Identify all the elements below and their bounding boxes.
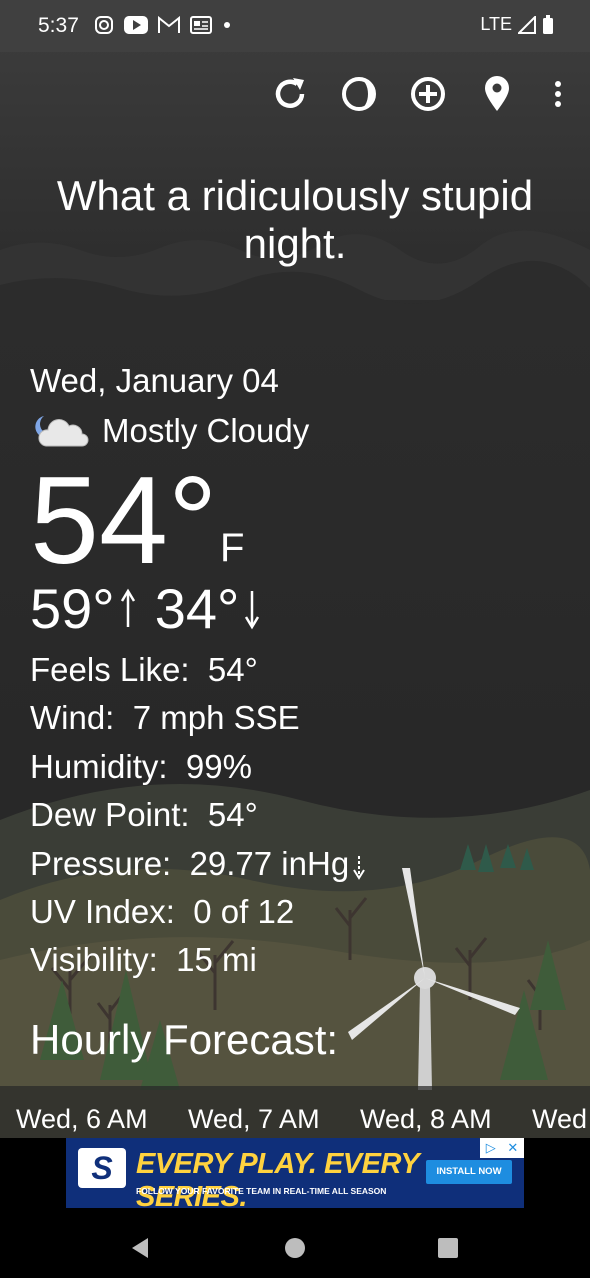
network-label: LTE — [480, 14, 512, 34]
ad-subtext: FOLLOW YOUR FAVORITE TEAM IN REAL-TIME A… — [136, 1186, 387, 1196]
partly-cloudy-night-icon — [35, 416, 89, 447]
ad-close-button[interactable]: ✕ — [507, 1140, 518, 1156]
news-icon — [190, 16, 212, 34]
status-time: 5:37 — [38, 14, 79, 37]
instagram-icon — [95, 16, 113, 34]
ad-logo: S — [78, 1148, 126, 1188]
detail-pressure: Pressure: 29.77 inHg — [30, 840, 366, 888]
detail-feels-like: Feels Like: 54° — [30, 646, 366, 694]
condition-row: Mostly Cloudy — [30, 412, 309, 450]
detail-label: Visibility: — [30, 941, 158, 979]
arrow-up-icon — [120, 588, 135, 627]
temperature-unit: F — [220, 526, 245, 570]
theme-button[interactable] — [336, 70, 382, 118]
detail-value: 54° — [207, 796, 258, 834]
hourly-item[interactable]: Wed, 7 AM — [188, 1104, 360, 1135]
detail-value: 0 of 12 — [193, 893, 295, 931]
youtube-icon — [124, 16, 148, 34]
detail-label: Humidity: — [30, 747, 168, 785]
hourly-forecast-list[interactable]: Wed, 6 AM Wed, 7 AM Wed, 8 AM Wed — [0, 1086, 590, 1138]
ad-controls: ▷ ✕ — [480, 1138, 524, 1158]
arrow-down-icon — [245, 590, 260, 629]
hourly-item[interactable]: Wed, 8 AM — [360, 1104, 532, 1135]
location-pin-icon — [485, 76, 509, 111]
detail-wind: Wind: 7 mph SSE — [30, 694, 366, 742]
detail-dew-point: Dew Point: 54° — [30, 791, 366, 839]
high-low: 59° 34° — [30, 576, 261, 641]
forecast-date: Wed, January 04 — [30, 362, 279, 399]
add-location-icon — [411, 77, 445, 111]
low-temp: 34° — [154, 577, 240, 640]
gmail-icon — [158, 16, 180, 33]
detail-label: UV Index: — [30, 893, 175, 931]
detail-uv-index: UV Index: 0 of 12 — [30, 888, 366, 936]
theme-icon — [342, 77, 376, 111]
condition-text: Mostly Cloudy — [102, 412, 310, 449]
detail-label: Pressure: — [30, 844, 172, 882]
battery-icon — [543, 14, 553, 34]
back-icon — [132, 1238, 148, 1258]
detail-value: 99% — [185, 747, 252, 785]
navigation-bar — [0, 1216, 590, 1278]
hourly-item[interactable]: Wed — [532, 1104, 590, 1135]
detail-value: 7 mph SSE — [132, 699, 300, 737]
more-vert-icon — [555, 81, 561, 107]
recents-icon — [438, 1238, 458, 1258]
dot-icon — [224, 22, 230, 28]
weather-details: Feels Like: 54° Wind: 7 mph SSE Humidity… — [30, 646, 366, 985]
status-bar: 5:37 LTE — [0, 0, 590, 52]
refresh-icon — [275, 78, 305, 108]
detail-label: Wind: — [30, 699, 115, 737]
pressure-falling-icon — [353, 855, 366, 880]
hourly-item[interactable]: Wed, 6 AM — [16, 1104, 188, 1135]
add-location-button[interactable] — [405, 70, 451, 118]
detail-value: 15 mi — [176, 941, 257, 979]
detail-label: Dew Point: — [30, 796, 190, 834]
home-button[interactable] — [277, 1230, 313, 1266]
recents-button[interactable] — [430, 1230, 466, 1266]
detail-visibility: Visibility: 15 mi — [30, 936, 366, 984]
location-button[interactable] — [474, 70, 520, 118]
hourly-forecast-title: Hourly Forecast: — [30, 1016, 339, 1063]
adchoices-icon[interactable]: ▷ — [486, 1140, 496, 1156]
ad-banner[interactable]: S EVERY PLAY. EVERY SERIES. FOLLOW YOUR … — [66, 1138, 524, 1208]
back-button[interactable] — [122, 1230, 158, 1266]
signal-icon — [518, 15, 536, 34]
detail-label: Feels Like: — [30, 651, 190, 688]
more-options-button[interactable] — [535, 70, 581, 118]
detail-value: 29.77 inHg — [189, 844, 350, 882]
detail-value: 54° — [207, 651, 258, 688]
toolbar — [0, 70, 590, 120]
high-temp: 59° — [30, 577, 115, 640]
detail-humidity: Humidity: 99% — [30, 743, 366, 791]
weather-headline: What a ridiculously stupid night. — [56, 172, 534, 267]
status-right: LTE — [480, 14, 554, 35]
home-icon — [285, 1238, 305, 1258]
notification-icons — [94, 15, 232, 35]
refresh-button[interactable] — [267, 70, 313, 118]
ad-install-button[interactable]: INSTALL NOW — [426, 1160, 512, 1184]
current-temperature: 54° — [30, 452, 218, 590]
